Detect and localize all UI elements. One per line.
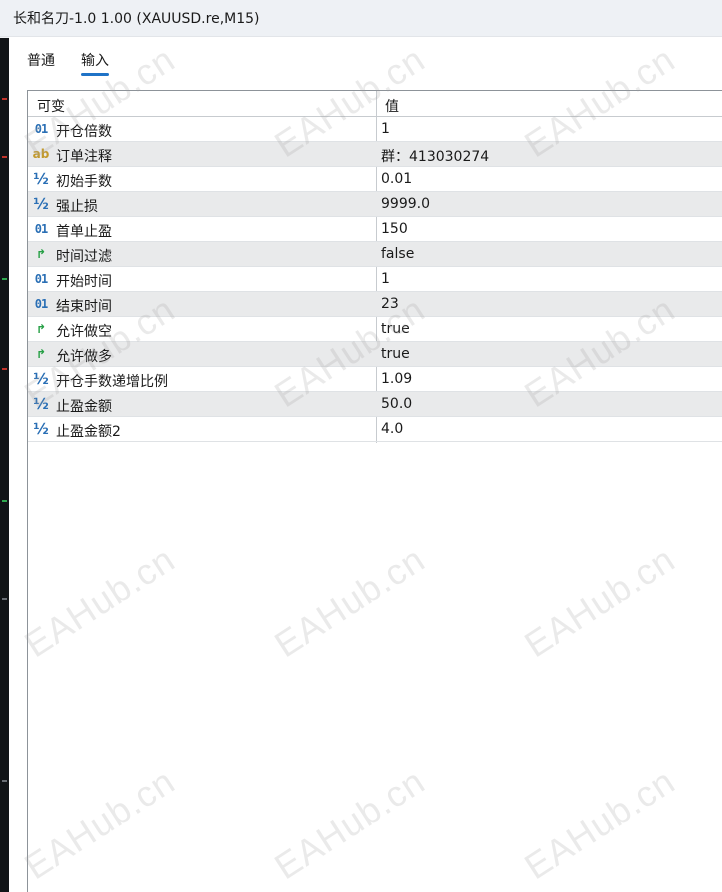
bool-type-icon: ↱ bbox=[35, 322, 47, 336]
parameter-value[interactable]: 9999.0 bbox=[381, 196, 430, 212]
int-type-icon: 01 bbox=[34, 122, 48, 136]
parameter-value[interactable]: 150 bbox=[381, 221, 408, 237]
parameter-value[interactable]: 群：413030274 bbox=[381, 146, 489, 166]
parameter-name: 允许做空 bbox=[56, 324, 112, 340]
parameter-name: 开始时间 bbox=[56, 274, 112, 290]
parameter-name: 允许做多 bbox=[56, 349, 112, 365]
parameter-name: 止盈金额2 bbox=[56, 424, 121, 440]
parameter-name: 强止损 bbox=[56, 199, 98, 215]
parameter-value[interactable]: 23 bbox=[381, 296, 399, 312]
parameter-name: 时间过滤 bbox=[56, 249, 112, 265]
parameter-value[interactable]: false bbox=[381, 246, 414, 262]
parameter-row[interactable]: ↱ 允许做空 true bbox=[28, 317, 722, 342]
parameter-value[interactable]: 1 bbox=[381, 121, 390, 137]
parameter-row[interactable]: 01 结束时间 23 bbox=[28, 292, 722, 317]
tab-common[interactable]: 普通 bbox=[27, 48, 55, 74]
parameter-row[interactable]: ½ 止盈金额2 4.0 bbox=[28, 417, 722, 442]
parameter-value[interactable]: 1 bbox=[381, 271, 390, 287]
chart-mark bbox=[2, 500, 7, 502]
parameter-row[interactable]: 01 首单止盈 150 bbox=[28, 217, 722, 242]
chart-mark bbox=[2, 98, 7, 100]
parameter-value[interactable]: 50.0 bbox=[381, 396, 412, 412]
double-type-icon: ½ bbox=[33, 195, 49, 213]
parameter-name: 订单注释 bbox=[56, 149, 112, 165]
chart-mark bbox=[2, 598, 7, 600]
title-bar[interactable]: 长和名刀-1.0 1.00 (XAUUSD.re,M15) bbox=[0, 0, 722, 37]
tab-inputs[interactable]: 输入 bbox=[81, 48, 109, 76]
inputs-grid: 可变 值 01 开仓倍数 1 ab 订单注释 群：413030274 ½ 初始手数 0.01 ½ 强… bbox=[27, 90, 722, 892]
parameter-row[interactable]: 01 开始时间 1 bbox=[28, 267, 722, 292]
chart-mark bbox=[2, 368, 7, 370]
inputs-dialog: 长和名刀-1.0 1.00 (XAUUSD.re,M15) 普通 输入 可变 值… bbox=[0, 0, 722, 892]
parameter-name: 开仓倍数 bbox=[56, 124, 112, 140]
window-title: 长和名刀-1.0 1.00 (XAUUSD.re,M15) bbox=[13, 11, 260, 27]
parameter-value[interactable]: true bbox=[381, 346, 410, 362]
column-header-value[interactable]: 值 bbox=[385, 96, 399, 116]
parameter-row[interactable]: ab 订单注释 群：413030274 bbox=[28, 142, 722, 167]
parameter-name: 初始手数 bbox=[56, 174, 112, 190]
double-type-icon: ½ bbox=[33, 395, 49, 413]
parameter-row[interactable]: ½ 止盈金额 50.0 bbox=[28, 392, 722, 417]
parameter-rows: 01 开仓倍数 1 ab 订单注释 群：413030274 ½ 初始手数 0.01 ½ 强止损 999… bbox=[28, 117, 722, 442]
parameter-row[interactable]: ↱ 时间过滤 false bbox=[28, 242, 722, 267]
parameter-value[interactable]: 0.01 bbox=[381, 171, 412, 187]
parameter-name: 首单止盈 bbox=[56, 224, 112, 240]
double-type-icon: ½ bbox=[33, 420, 49, 438]
int-type-icon: 01 bbox=[34, 272, 48, 286]
string-type-icon: ab bbox=[32, 147, 50, 161]
chart-mark bbox=[2, 780, 7, 782]
parameter-name: 止盈金额 bbox=[56, 399, 112, 415]
parameter-row[interactable]: 01 开仓倍数 1 bbox=[28, 117, 722, 142]
grid-header: 可变 值 bbox=[28, 91, 722, 117]
parameter-name: 开仓手数递增比例 bbox=[56, 374, 168, 390]
double-type-icon: ½ bbox=[33, 370, 49, 388]
parameter-row[interactable]: ½ 强止损 9999.0 bbox=[28, 192, 722, 217]
parameter-value[interactable]: 1.09 bbox=[381, 371, 412, 387]
parameter-row[interactable]: ½ 初始手数 0.01 bbox=[28, 167, 722, 192]
int-type-icon: 01 bbox=[34, 297, 48, 311]
parameter-row[interactable]: ↱ 允许做多 true bbox=[28, 342, 722, 367]
bool-type-icon: ↱ bbox=[35, 247, 47, 261]
parameter-row[interactable]: ½ 开仓手数递增比例 1.09 bbox=[28, 367, 722, 392]
parameter-value[interactable]: true bbox=[381, 321, 410, 337]
double-type-icon: ½ bbox=[33, 170, 49, 188]
parameter-value[interactable]: 4.0 bbox=[381, 421, 403, 437]
chart-mark bbox=[2, 278, 7, 280]
bool-type-icon: ↱ bbox=[35, 347, 47, 361]
tab-bar: 普通 输入 bbox=[27, 48, 109, 76]
parameter-name: 结束时间 bbox=[56, 299, 112, 315]
chart-mark bbox=[2, 156, 7, 158]
background-chart-strip bbox=[0, 38, 9, 892]
int-type-icon: 01 bbox=[34, 222, 48, 236]
column-header-variable[interactable]: 可变 bbox=[37, 96, 65, 116]
